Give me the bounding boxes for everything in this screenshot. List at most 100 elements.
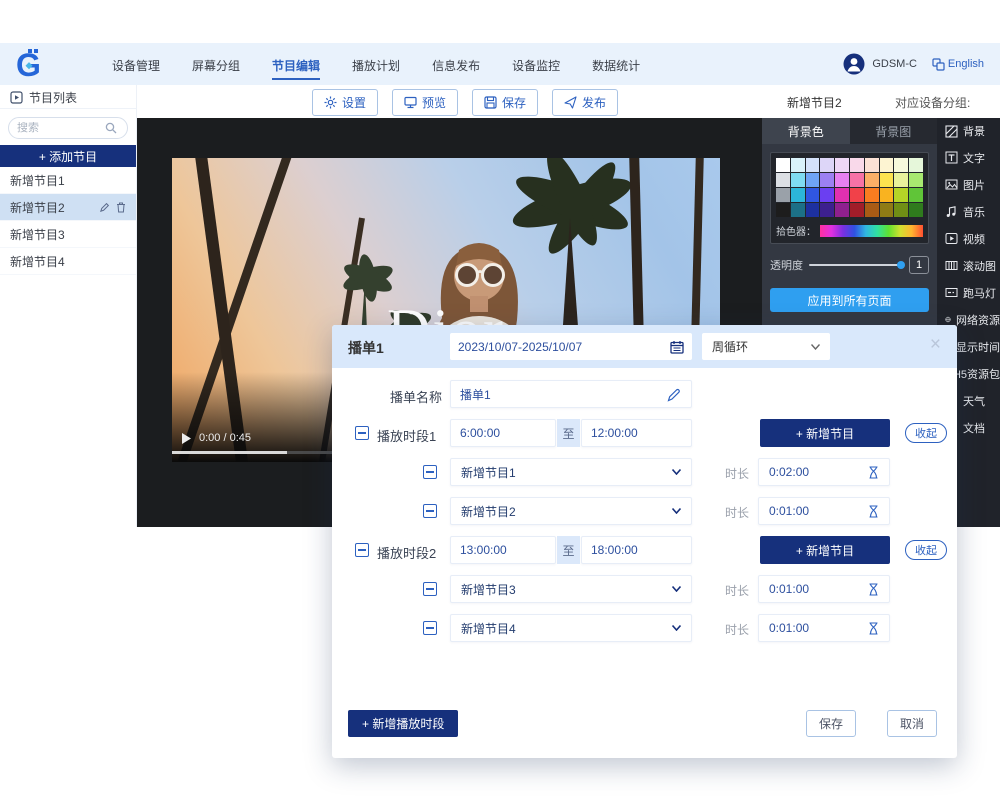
tool-scrolling-image[interactable]: 滚动图 [937, 252, 1000, 279]
playlist-name-input[interactable] [460, 387, 682, 401]
remove-program-icon[interactable] [423, 582, 437, 596]
tab-background-color[interactable]: 背景色 [762, 118, 850, 144]
opacity-value[interactable]: 1 [909, 256, 929, 274]
color-swatch[interactable] [865, 173, 879, 187]
color-swatch[interactable] [850, 173, 864, 187]
color-swatch[interactable] [880, 203, 894, 217]
segment-2-end-field[interactable] [581, 536, 692, 564]
color-swatch[interactable] [894, 158, 908, 172]
color-swatch[interactable] [909, 173, 923, 187]
repeat-mode-select[interactable]: 周循环 [702, 333, 830, 360]
menu-program-editing[interactable]: 节目编辑 [270, 45, 322, 84]
date-range-input[interactable] [458, 340, 670, 354]
color-swatch[interactable] [894, 203, 908, 217]
edit-icon[interactable] [99, 202, 110, 213]
date-range-field[interactable] [450, 333, 692, 360]
save-button[interactable]: 保存 [472, 89, 538, 116]
color-swatch[interactable] [880, 158, 894, 172]
delete-icon[interactable] [116, 202, 126, 213]
color-swatch[interactable] [835, 203, 849, 217]
color-swatch[interactable] [894, 173, 908, 187]
preview-button[interactable]: 预览 [392, 89, 458, 116]
segment-1-end-input[interactable] [591, 426, 682, 440]
search-input[interactable] [17, 122, 105, 134]
color-swatch[interactable] [865, 158, 879, 172]
color-swatch[interactable] [835, 188, 849, 202]
segment-2-start-input[interactable] [460, 543, 546, 557]
menu-info-release[interactable]: 信息发布 [430, 45, 482, 84]
add-segment-button[interactable]: + 新增播放时段 [348, 710, 458, 737]
color-swatch[interactable] [791, 188, 805, 202]
search-icon[interactable] [105, 122, 117, 134]
sidebar-item-program-4[interactable]: 新增节目4 [0, 248, 136, 275]
color-swatch[interactable] [865, 188, 879, 202]
dialog-cancel-button[interactable]: 取消 [887, 710, 937, 737]
calendar-icon[interactable] [670, 340, 684, 354]
add-program-button[interactable]: + 添加节目 [0, 145, 136, 167]
color-swatch[interactable] [806, 188, 820, 202]
play-icon[interactable] [182, 433, 191, 444]
color-swatch[interactable] [776, 203, 790, 217]
segment-2-end-input[interactable] [591, 543, 682, 557]
color-swatch[interactable] [806, 173, 820, 187]
dialog-save-button[interactable]: 保存 [806, 710, 856, 737]
color-swatch[interactable] [820, 158, 834, 172]
sidebar-item-program-2[interactable]: 新增节目2 [0, 194, 136, 221]
user-avatar-icon[interactable] [843, 53, 865, 75]
tool-marquee[interactable]: 跑马灯 [937, 279, 1000, 306]
segment-1-start-field[interactable] [450, 419, 556, 447]
sidebar-item-program-3[interactable]: 新增节目3 [0, 221, 136, 248]
color-swatch[interactable] [850, 188, 864, 202]
color-swatch[interactable] [835, 158, 849, 172]
color-swatch[interactable] [820, 203, 834, 217]
color-swatch[interactable] [820, 173, 834, 187]
color-swatch[interactable] [909, 188, 923, 202]
program-select-2[interactable]: 新增节目2 [450, 497, 692, 525]
opacity-slider-handle[interactable] [897, 261, 905, 269]
color-swatch[interactable] [806, 158, 820, 172]
tool-background[interactable]: 背景 [937, 118, 1000, 144]
menu-screen-groups[interactable]: 屏幕分组 [190, 45, 242, 84]
edit-name-icon[interactable] [666, 387, 681, 402]
color-swatch[interactable] [791, 203, 805, 217]
color-swatch[interactable] [880, 188, 894, 202]
color-swatch[interactable] [776, 173, 790, 187]
tool-video[interactable]: 视频 [937, 225, 1000, 252]
duration-field-2[interactable]: 0:01:00 [758, 497, 890, 525]
remove-program-icon[interactable] [423, 621, 437, 635]
program-select-1[interactable]: 新增节目1 [450, 458, 692, 486]
segment-2-add-program-button[interactable]: + 新增节目 [760, 536, 890, 564]
color-picker-bar[interactable] [820, 225, 923, 237]
segment-1-end-field[interactable] [581, 419, 692, 447]
tab-background-image[interactable]: 背景图 [850, 118, 938, 144]
segment-2-collapse-button[interactable]: 收起 [905, 540, 947, 560]
segment-1-collapse-button[interactable]: 收起 [905, 423, 947, 443]
remove-program-icon[interactable] [423, 465, 437, 479]
color-swatch[interactable] [909, 203, 923, 217]
apply-to-all-pages-button[interactable]: 应用到所有页面 [770, 288, 929, 312]
program-select-4[interactable]: 新增节目4 [450, 614, 692, 642]
color-swatch[interactable] [850, 158, 864, 172]
remove-program-icon[interactable] [423, 504, 437, 518]
language-switch[interactable]: English [932, 58, 984, 71]
segment-2-start-field[interactable] [450, 536, 556, 564]
color-swatch[interactable] [880, 173, 894, 187]
tool-music[interactable]: 音乐 [937, 198, 1000, 225]
color-swatch[interactable] [776, 158, 790, 172]
sidebar-item-program-1[interactable]: 新增节目1 [0, 167, 136, 194]
duration-field-1[interactable]: 0:02:00 [758, 458, 890, 486]
duration-field-3[interactable]: 0:01:00 [758, 575, 890, 603]
remove-segment-1-icon[interactable] [355, 426, 369, 440]
color-swatch[interactable] [791, 173, 805, 187]
opacity-slider[interactable] [809, 264, 903, 266]
close-icon[interactable]: × [930, 335, 941, 354]
color-swatch[interactable] [791, 158, 805, 172]
menu-device-monitoring[interactable]: 设备监控 [510, 45, 562, 84]
menu-data-statistics[interactable]: 数据统计 [590, 45, 642, 84]
color-swatch[interactable] [850, 203, 864, 217]
user-name[interactable]: GDSM-C [872, 58, 917, 70]
color-swatch[interactable] [894, 188, 908, 202]
color-swatch[interactable] [776, 188, 790, 202]
playlist-name-field[interactable] [450, 380, 692, 408]
duration-field-4[interactable]: 0:01:00 [758, 614, 890, 642]
